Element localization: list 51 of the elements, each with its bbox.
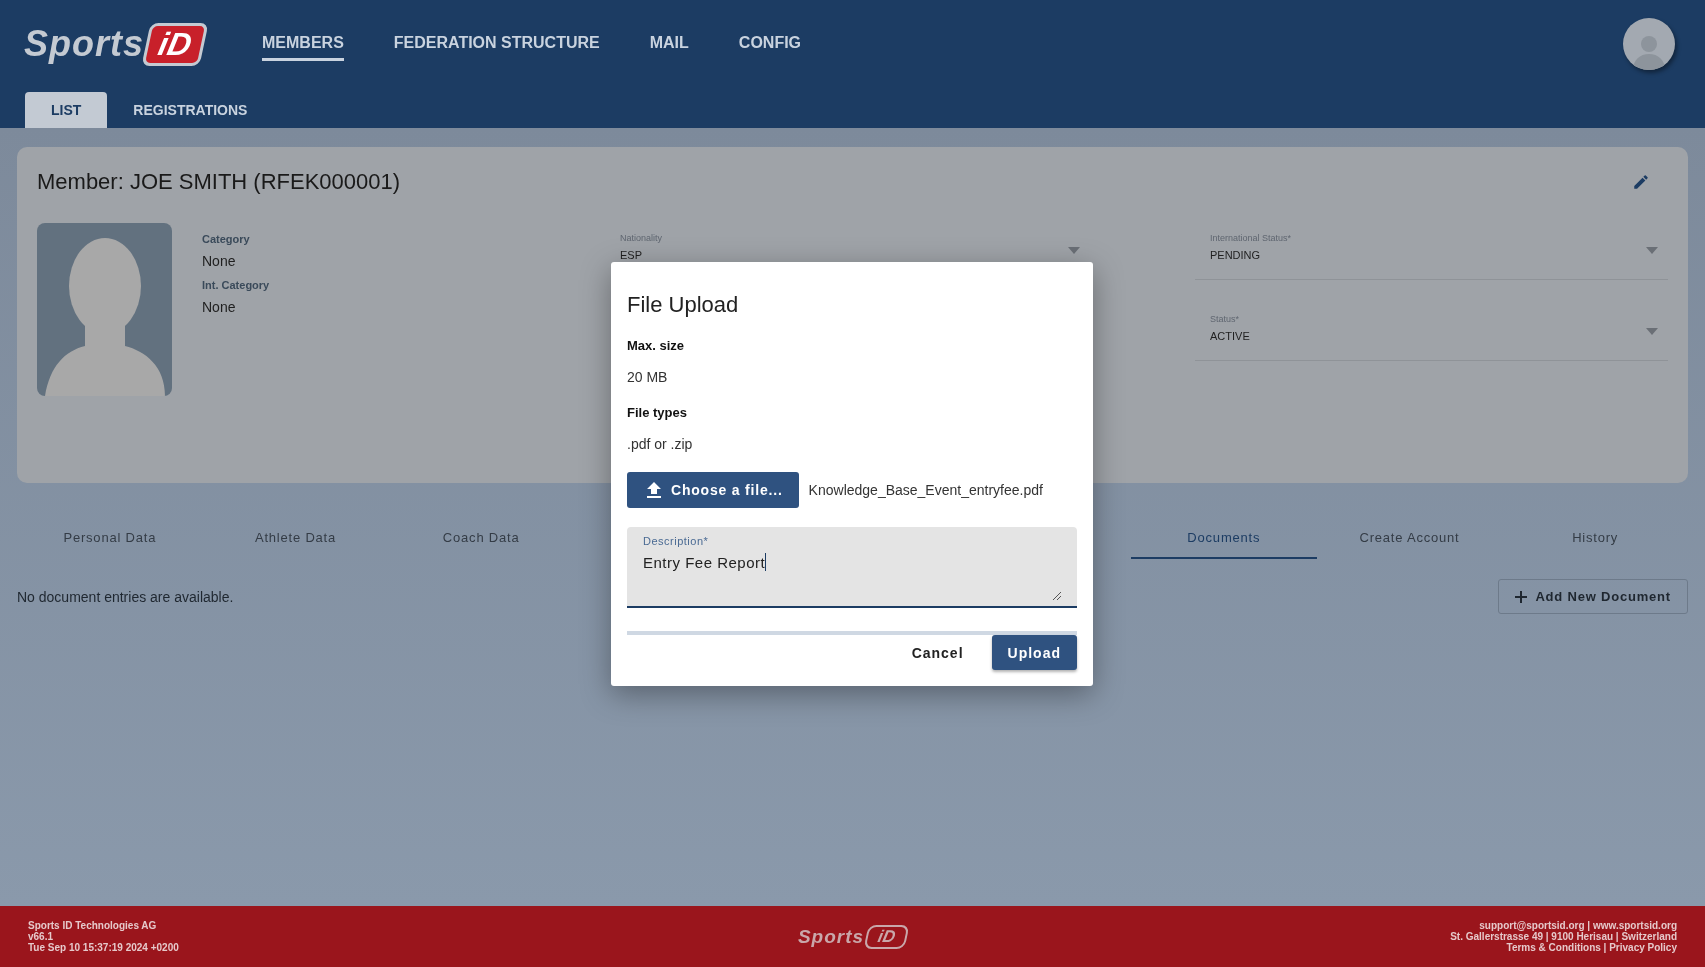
edit-icon[interactable] <box>1632 173 1650 191</box>
detail-tab[interactable]: Documents <box>1131 517 1317 559</box>
choose-file-button[interactable]: Choose a file... <box>627 472 799 508</box>
logo-mark: iD <box>141 22 209 66</box>
plus-icon <box>1515 590 1528 603</box>
upload-button[interactable]: Upload <box>991 635 1077 670</box>
nav-link[interactable]: CONFIG <box>738 27 802 61</box>
add-document-button[interactable]: Add New Document <box>1498 579 1688 614</box>
description-field[interactable]: Description* Entry Fee Report <box>627 527 1077 608</box>
file-name: Knowledge_Base_Event_entryfee.pdf <box>808 482 1043 498</box>
dropdown-caret-icon <box>1646 328 1658 335</box>
detail-tab[interactable]: History <box>1502 517 1688 559</box>
dropdown-caret-icon <box>1646 247 1658 254</box>
detail-tab[interactable]: Personal Data <box>17 517 203 559</box>
footer-text: v66.1 <box>28 931 54 942</box>
logo-mark: iD <box>863 924 910 949</box>
footer-text: Sports ID Technologies AG <box>28 920 158 931</box>
resize-handle-icon[interactable] <box>1052 591 1061 600</box>
status-select[interactable]: International Status* PENDING <box>1195 223 1668 280</box>
field-label: Max. size <box>627 338 686 353</box>
logo-wordmark: Sports <box>797 925 865 948</box>
nav-link[interactable]: FEDERATION STRUCTURE <box>393 27 600 61</box>
field-label: File types <box>627 405 688 420</box>
detail-tab[interactable]: Create Account <box>1316 517 1503 559</box>
sub-tab[interactable]: REGISTRATIONS <box>107 92 274 128</box>
user-avatar-icon[interactable] <box>1623 18 1675 70</box>
empty-message: No document entries are available. <box>17 588 234 605</box>
nav-link[interactable]: MAIL <box>649 27 689 61</box>
dialog-title: File Upload <box>627 292 740 318</box>
dropdown-caret-icon <box>1068 247 1080 254</box>
member-title: Member: JOE SMITH (RFEK000001) <box>37 169 401 195</box>
field-value: .pdf or .zip <box>627 436 694 452</box>
upload-icon <box>647 482 661 498</box>
footer-text: support@sportsid.org | www.sportsid.org <box>1479 920 1677 931</box>
field-value: None <box>202 299 237 315</box>
nav-link[interactable]: MEMBERS <box>262 27 344 61</box>
field-value: None <box>202 253 237 269</box>
footer-text: Terms & Conditions | Privacy Policy <box>1505 942 1677 953</box>
field-value: 20 MB <box>627 369 669 385</box>
status-select[interactable]: Status* ACTIVE <box>1195 304 1668 361</box>
select-value: ESP <box>620 249 642 261</box>
field-label: Int. Category <box>202 279 271 291</box>
cancel-button[interactable]: Cancel <box>895 635 980 670</box>
detail-tab[interactable]: Coach Data <box>388 517 574 559</box>
sub-tab[interactable]: LIST <box>25 92 108 128</box>
detail-tab[interactable]: Athlete Data <box>202 517 389 559</box>
footer-text: St. Gallerstrasse 49 | 9100 Herisau | Switzerland <box>1449 931 1677 942</box>
footer-text: Tue Sep 10 15:37:19 2024 +0200 <box>28 942 180 953</box>
field-label: Nationality <box>620 233 664 243</box>
logo-wordmark: Sports <box>24 23 144 65</box>
field-label: Category <box>202 233 251 245</box>
